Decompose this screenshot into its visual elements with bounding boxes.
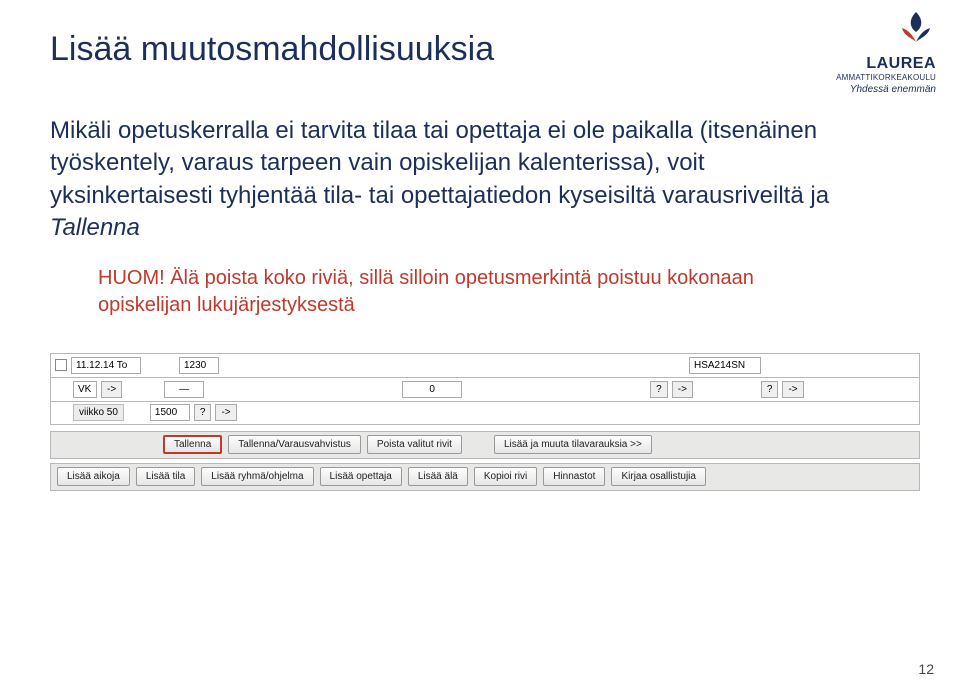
arrow-button-3[interactable]: -> — [782, 381, 803, 398]
dash-cell[interactable]: — — [164, 381, 204, 398]
grid-row-2: VK -> — 0 ? -> ? -> — [50, 377, 920, 401]
body-paragraph: Mikäli opetuskerralla ei tarvita tilaa t… — [50, 115, 870, 245]
arrow-button[interactable]: -> — [101, 381, 122, 398]
kopioi-rivi-button[interactable]: Kopioi rivi — [474, 467, 537, 486]
help-button-2[interactable]: ? — [761, 381, 779, 398]
help-button-3[interactable]: ? — [194, 404, 212, 421]
grid-row-1: 11.12.14 To 1230 HSA214SN — [50, 353, 920, 377]
row-checkbox[interactable] — [55, 359, 67, 371]
tallenna-button[interactable]: Tallenna — [163, 435, 222, 454]
page-title: Lisää muutosmahdollisuuksia — [50, 30, 910, 69]
varausvahvistus-button[interactable]: Tallenna/Varausvahvistus — [228, 435, 361, 454]
laurea-logo-icon — [896, 8, 936, 48]
time-start-cell[interactable]: 1230 — [179, 357, 219, 374]
date-cell[interactable]: 11.12.14 To — [71, 357, 141, 374]
lisaa-tila-button[interactable]: Lisää tila — [136, 467, 195, 486]
page-number: 12 — [918, 661, 934, 677]
course-cell[interactable]: HSA214SN — [689, 357, 761, 374]
poista-rivit-button[interactable]: Poista valitut rivit — [367, 435, 462, 454]
lisaa-ryhma-button[interactable]: Lisää ryhmä/ohjelma — [201, 467, 313, 486]
help-button[interactable]: ? — [650, 381, 668, 398]
kirjaa-osallistujia-button[interactable]: Kirjaa osallistujia — [611, 467, 705, 486]
logo-name: LAUREA — [836, 55, 936, 73]
lisaa-opettaja-button[interactable]: Lisää opettaja — [320, 467, 402, 486]
lisaa-tilavarauksia-button[interactable]: Lisää ja muuta tilavarauksia >> — [494, 435, 652, 454]
logo-block: LAUREA AMMATTIKORKEAKOULU Yhdessä enemmä… — [836, 8, 936, 95]
hinnastot-button[interactable]: Hinnastot — [543, 467, 605, 486]
zero-cell[interactable]: 0 — [402, 381, 462, 398]
lisaa-aikoja-button[interactable]: Lisää aikoja — [57, 467, 130, 486]
button-row-1: Tallenna Tallenna/Varausvahvistus Poista… — [50, 431, 920, 459]
vk-cell[interactable]: VK — [73, 381, 97, 398]
week-label: viikko 50 — [73, 404, 124, 421]
logo-tagline: Yhdessä enemmän — [836, 84, 936, 95]
lisaa-ala-button[interactable]: Lisää älä — [408, 467, 468, 486]
button-row-2: Lisää aikoja Lisää tila Lisää ryhmä/ohje… — [50, 463, 920, 491]
logo-subtitle: AMMATTIKORKEAKOULU — [836, 73, 936, 82]
app-screenshot: 11.12.14 To 1230 HSA214SN VK -> — 0 ? ->… — [50, 353, 920, 491]
body-text-main: Mikäli opetuskerralla ei tarvita tilaa t… — [50, 117, 829, 209]
arrow-button-4[interactable]: -> — [215, 404, 236, 421]
body-text-save: Tallenna — [50, 214, 140, 241]
grid-row-3: viikko 50 1500 ? -> — [50, 401, 920, 425]
arrow-button-2[interactable]: -> — [672, 381, 693, 398]
warning-note: HUOM! Älä poista koko riviä, sillä sillo… — [98, 265, 798, 319]
time-end-cell[interactable]: 1500 — [150, 404, 190, 421]
